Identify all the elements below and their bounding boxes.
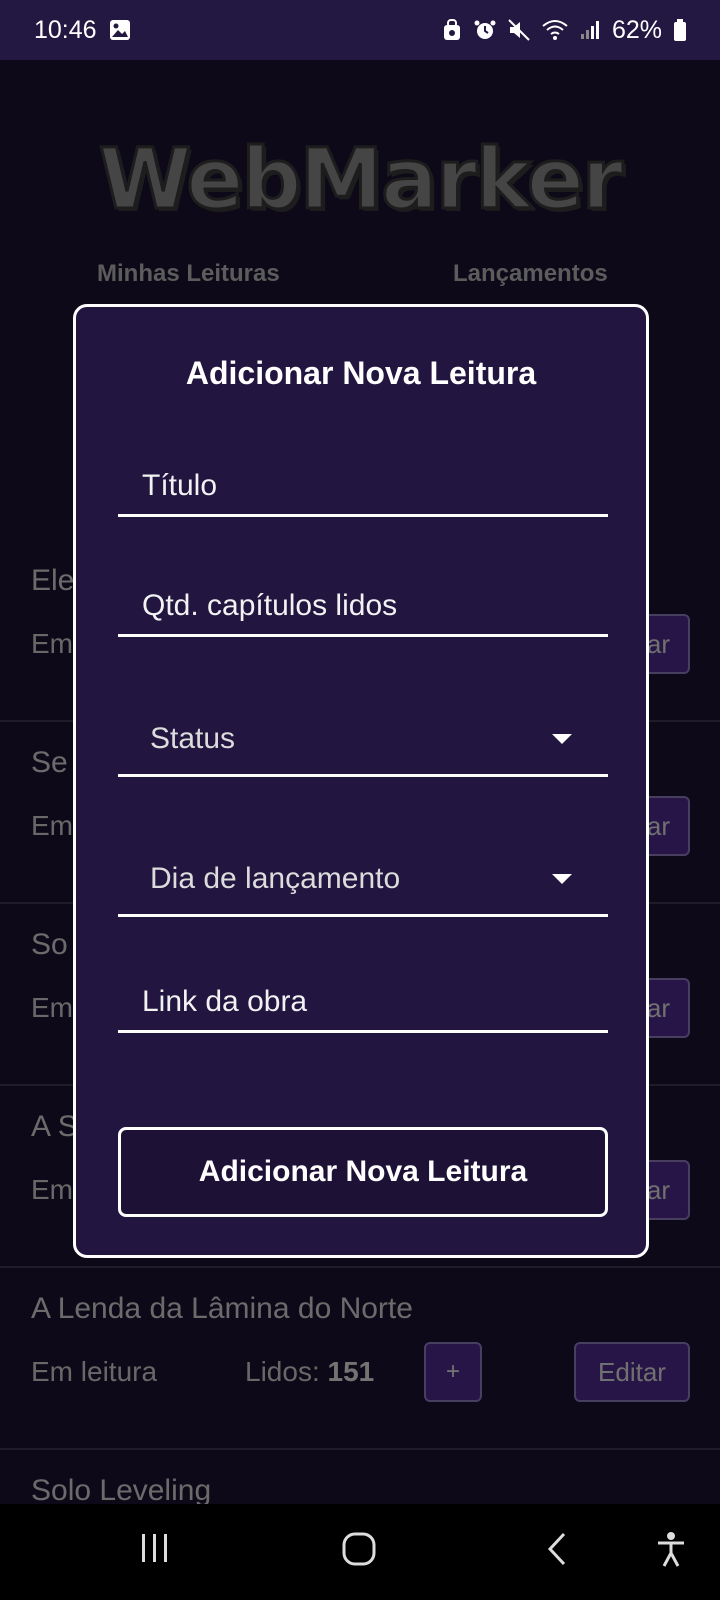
link-field: [118, 943, 608, 1033]
link-input[interactable]: [118, 943, 608, 1030]
back-icon[interactable]: [546, 1532, 568, 1566]
status-select[interactable]: Status: [118, 682, 608, 777]
system-nav-bar: [0, 1504, 720, 1600]
status-time: 10:46: [34, 15, 97, 44]
dia-lancamento-select[interactable]: Dia de lançamento: [118, 822, 608, 917]
modal-title: Adicionar Nova Leitura: [185, 355, 537, 391]
battery-percent: 62%: [611, 15, 662, 44]
secure-folder-icon: [442, 19, 462, 41]
signal-icon: [580, 20, 600, 40]
accessibility-icon[interactable]: [656, 1532, 686, 1568]
titulo-field: [118, 427, 608, 517]
titulo-input[interactable]: [118, 427, 608, 514]
image-icon: [109, 19, 131, 41]
status-left: 10:46: [34, 16, 131, 45]
add-reading-modal: Adicionar Nova Leitura Status Dia de lan…: [73, 304, 649, 1258]
add-reading-button[interactable]: Adicionar Nova Leitura: [118, 1127, 608, 1217]
chevron-down-icon: [552, 734, 572, 744]
chevron-down-icon: [552, 874, 572, 884]
battery-icon: [674, 19, 686, 41]
home-icon[interactable]: [342, 1532, 376, 1566]
alarm-icon: [474, 19, 496, 41]
dia-select-value: Dia de lançamento: [150, 862, 401, 895]
recent-apps-icon[interactable]: [140, 1532, 170, 1564]
capitulos-input[interactable]: [118, 547, 608, 634]
wifi-icon: [542, 19, 568, 41]
status-bar: 10:46 62%: [0, 0, 720, 60]
capitulos-field: [118, 547, 608, 637]
status-select-value: Status: [150, 722, 236, 755]
mute-icon: [508, 19, 530, 41]
status-right: 62%: [442, 16, 686, 45]
